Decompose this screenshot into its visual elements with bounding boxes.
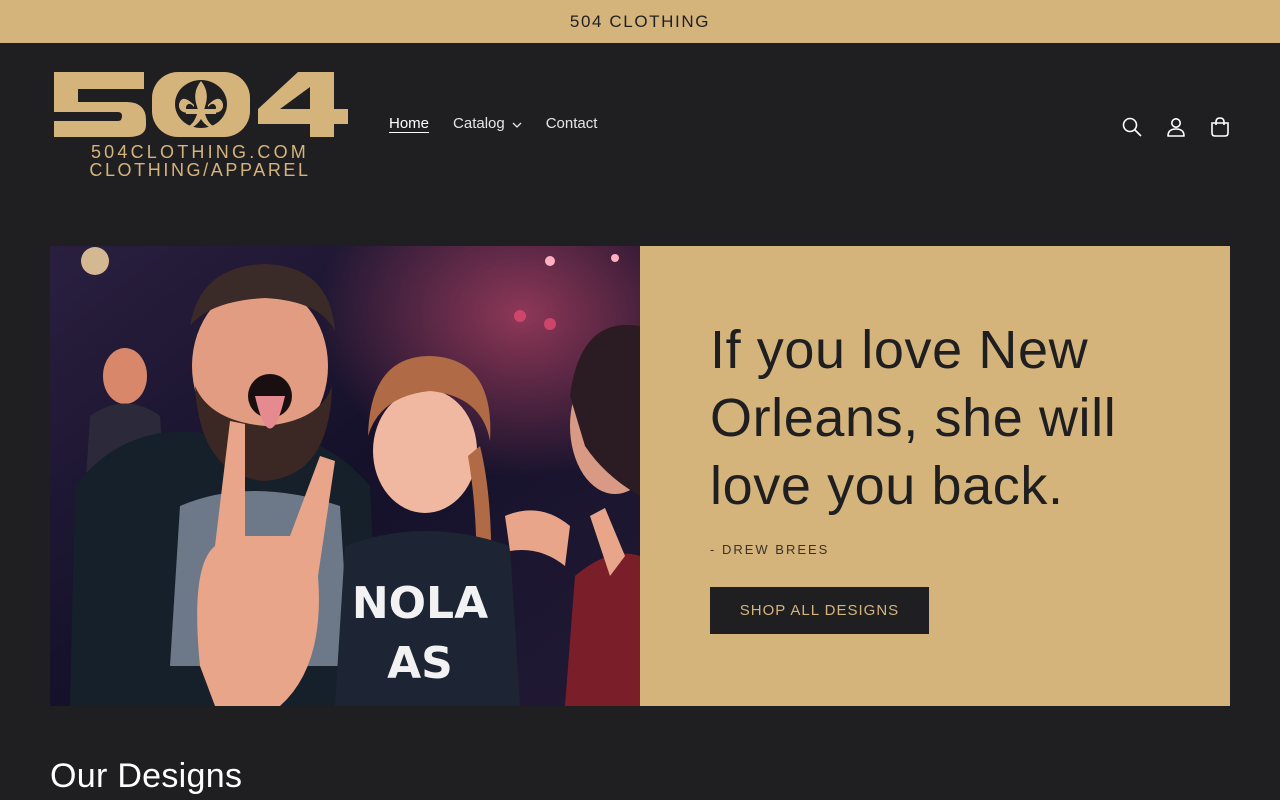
hero-content: If you love New Orleans, she will love y… bbox=[640, 246, 1230, 706]
shirt-text-as: AS bbox=[387, 638, 453, 689]
nav-contact[interactable]: Contact bbox=[546, 115, 598, 132]
cart-icon bbox=[1211, 117, 1229, 137]
shop-all-designs-button[interactable]: SHOP ALL DESIGNS bbox=[710, 587, 929, 634]
nav-catalog[interactable]: Catalog bbox=[453, 115, 522, 132]
nav-catalog-label: Catalog bbox=[453, 115, 505, 132]
header-icons bbox=[1118, 113, 1234, 141]
logo-graphic: 504CLOTHING.COM CLOTHING/APPAREL bbox=[54, 72, 348, 180]
nav-home-label: Home bbox=[389, 115, 430, 132]
announcement-bar: 504 CLOTHING bbox=[0, 0, 1280, 43]
announcement-text: 504 CLOTHING bbox=[569, 11, 711, 31]
chevron-down-icon bbox=[512, 122, 522, 128]
account-button[interactable] bbox=[1162, 113, 1190, 141]
cart-button[interactable] bbox=[1206, 113, 1234, 141]
search-button[interactable] bbox=[1118, 113, 1146, 141]
shirt-text-nola: NOLA bbox=[352, 578, 488, 629]
site-logo[interactable]: 504CLOTHING.COM CLOTHING/APPAREL bbox=[48, 69, 352, 181]
nav-home[interactable]: Home bbox=[389, 115, 429, 132]
account-icon bbox=[1167, 118, 1185, 137]
site-header: 504CLOTHING.COM CLOTHING/APPAREL Home Ca… bbox=[0, 43, 1280, 208]
logo-line-1: 504CLOTHING.COM bbox=[91, 142, 309, 162]
main-nav: Home Catalog Contact bbox=[389, 115, 621, 132]
hero-photo: NOLA AS bbox=[50, 246, 640, 706]
section-title: Our Designs bbox=[50, 757, 243, 795]
search-icon bbox=[1122, 117, 1142, 137]
hero-banner: NOLA AS If you love New Orleans, she wil… bbox=[50, 246, 1230, 706]
logo-line-2: CLOTHING/APPAREL bbox=[89, 160, 310, 180]
hero-author: - DREW BREES bbox=[710, 542, 830, 557]
hero-quote: If you love New Orleans, she will love y… bbox=[710, 320, 1117, 516]
hero-photo-illustration: NOLA AS bbox=[50, 246, 640, 706]
nav-contact-label: Contact bbox=[545, 115, 598, 132]
